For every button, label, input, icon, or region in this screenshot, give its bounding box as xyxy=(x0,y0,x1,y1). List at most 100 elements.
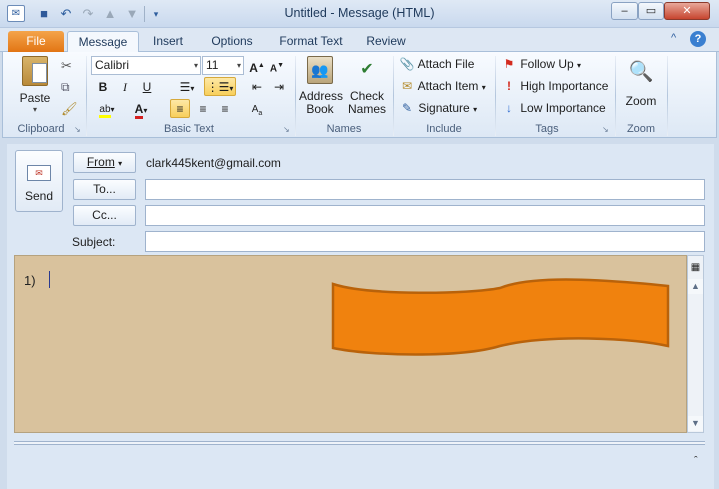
paste-button[interactable]: Paste ▾ xyxy=(13,56,57,118)
numbering-icon[interactable]: ⋮☰▾ xyxy=(204,77,236,96)
address-book-button[interactable]: 👥 Address Book xyxy=(299,56,344,120)
attach-file-label: Attach File xyxy=(417,57,475,71)
banner-shape-path[interactable] xyxy=(331,278,670,356)
send-label: Send xyxy=(24,189,54,203)
chevron-down-icon: ▾ xyxy=(481,83,486,92)
format-painter-icon[interactable]: 🖌 xyxy=(61,101,78,117)
expand-people-pane-icon[interactable]: ˆ xyxy=(694,455,698,467)
people-pane-splitter[interactable] xyxy=(14,441,705,445)
basic-text-group-label: Basic Text xyxy=(164,123,214,135)
font-size-combo[interactable]: 11 ▾ xyxy=(202,56,244,75)
decrease-indent-icon[interactable]: ⇤ xyxy=(247,78,267,97)
low-importance-label: Low Importance xyxy=(520,101,606,115)
align-center-icon[interactable]: ≡ xyxy=(193,100,213,119)
signature-icon: ✎ xyxy=(401,101,413,115)
chevron-down-icon: ▾ xyxy=(577,61,582,70)
attach-item-label: Attach Item xyxy=(417,79,479,93)
tags-dialog-launcher-icon[interactable]: ↘ xyxy=(602,125,611,134)
zoom-group-label: Zoom xyxy=(626,123,656,135)
group-separator xyxy=(86,56,87,136)
signature-button[interactable]: ✎ Signature ▾ xyxy=(399,101,493,121)
follow-up-label: Follow Up xyxy=(520,57,574,71)
title-bar: ✉ ■ ↶ ↷ ▲ ▼ ▾ Untitled - Message (HTML) … xyxy=(0,0,719,28)
to-button[interactable]: To... xyxy=(73,179,136,200)
tab-file[interactable]: File xyxy=(8,31,64,52)
chevron-down-icon: ▾ xyxy=(118,159,123,168)
grow-font-icon[interactable]: A▲ xyxy=(247,56,267,75)
body-list-number: 1) xyxy=(24,273,36,288)
check-names-icon: ✔ xyxy=(360,61,374,78)
cut-icon[interactable]: ✂ xyxy=(61,58,72,74)
paste-label: Paste xyxy=(19,91,51,105)
tab-review[interactable]: Review xyxy=(360,31,412,52)
maximize-button[interactable]: ▭ xyxy=(638,2,664,20)
paste-dropdown-icon: ▾ xyxy=(32,105,37,114)
ribbon-tab-row: File Message Insert Options Format Text … xyxy=(0,28,719,53)
align-left-icon[interactable]: ≡ xyxy=(170,99,190,118)
subject-field[interactable] xyxy=(145,231,705,252)
bold-button[interactable]: B xyxy=(93,78,113,97)
attach-file-button[interactable]: 📎 Attach File xyxy=(399,57,493,77)
ribbon: Paste ▾ ✂ ⧉ 🖌 Clipboard ↘ Calibri ▾ 11 ▾ A… xyxy=(2,52,717,138)
text-cursor xyxy=(49,271,50,288)
copy-icon[interactable]: ⧉ xyxy=(61,80,70,95)
shrink-font-icon[interactable]: A▼ xyxy=(267,56,287,75)
cc-button[interactable]: Cc... xyxy=(73,205,136,226)
flag-icon: ⚑ xyxy=(503,57,515,71)
help-icon[interactable]: ? xyxy=(690,31,706,47)
zoom-button[interactable]: 🔍 Zoom xyxy=(621,56,661,120)
tab-options[interactable]: Options xyxy=(203,31,261,52)
send-envelope-icon: ✉ xyxy=(27,165,51,181)
tab-message[interactable]: Message xyxy=(67,31,139,53)
close-button[interactable]: ✕ xyxy=(664,2,710,20)
from-email: clark445kent@gmail.com xyxy=(146,156,281,170)
scroll-up-icon[interactable]: ▲ xyxy=(688,279,703,294)
group-separator xyxy=(667,56,668,136)
group-separator xyxy=(615,56,616,136)
high-importance-label: High Importance xyxy=(520,79,609,93)
check-names-button[interactable]: ✔ Check Names xyxy=(345,56,389,120)
from-button[interactable]: From ▾ xyxy=(73,152,136,173)
view-ruler-icon[interactable]: ▦ xyxy=(689,262,702,275)
address-book-label: Address Book xyxy=(299,89,344,116)
tags-group-label: Tags xyxy=(535,123,559,135)
zoom-label: Zoom xyxy=(625,94,657,108)
styles-icon[interactable]: Aa xyxy=(247,100,267,119)
clipboard-dialog-launcher-icon[interactable]: ↘ xyxy=(74,125,83,134)
highlight-color-icon[interactable]: ab▾ xyxy=(93,100,121,119)
tab-format-text[interactable]: Format Text xyxy=(274,31,348,52)
basic-text-dialog-launcher-icon[interactable]: ↘ xyxy=(283,125,292,134)
subject-label: Subject: xyxy=(72,235,116,249)
clipboard-group-label: Clipboard xyxy=(17,123,65,135)
from-label: From xyxy=(86,155,115,169)
arrow-down-icon: ↓ xyxy=(506,101,512,115)
minimize-button[interactable]: – xyxy=(611,2,638,20)
minimize-ribbon-icon[interactable]: ^ xyxy=(671,32,676,44)
cc-field[interactable] xyxy=(145,205,705,226)
banner-shape[interactable] xyxy=(330,274,672,358)
attach-item-button[interactable]: ✉ Attach Item ▾ xyxy=(399,79,493,99)
align-right-icon[interactable]: ≡ xyxy=(215,100,235,119)
envelope-icon: ✉ xyxy=(401,79,413,93)
follow-up-button[interactable]: ⚑ Follow Up ▾ xyxy=(501,57,611,77)
signature-label: Signature xyxy=(418,101,470,115)
underline-button[interactable]: U xyxy=(137,78,157,97)
font-name-value: Calibri xyxy=(95,58,130,72)
group-separator xyxy=(495,56,496,136)
paperclip-icon: 📎 xyxy=(399,57,415,71)
scroll-down-icon[interactable]: ▼ xyxy=(688,416,703,431)
chevron-down-icon: ▾ xyxy=(193,61,198,70)
font-name-combo[interactable]: Calibri ▾ xyxy=(91,56,201,75)
exclamation-icon: ! xyxy=(507,79,511,93)
italic-button[interactable]: I xyxy=(115,78,135,97)
bullets-icon[interactable]: ☰▾ xyxy=(173,78,201,97)
tab-insert[interactable]: Insert xyxy=(145,31,191,52)
font-size-value: 11 xyxy=(206,58,219,72)
increase-indent-icon[interactable]: ⇥ xyxy=(269,78,289,97)
to-field[interactable] xyxy=(145,179,705,200)
font-color-icon[interactable]: A▾ xyxy=(127,100,155,119)
high-importance-button[interactable]: ! High Importance xyxy=(501,79,611,99)
low-importance-button[interactable]: ↓ Low Importance xyxy=(501,101,611,121)
send-button[interactable]: ✉ Send xyxy=(15,150,63,212)
magnifier-icon: 🔍 xyxy=(628,61,654,83)
